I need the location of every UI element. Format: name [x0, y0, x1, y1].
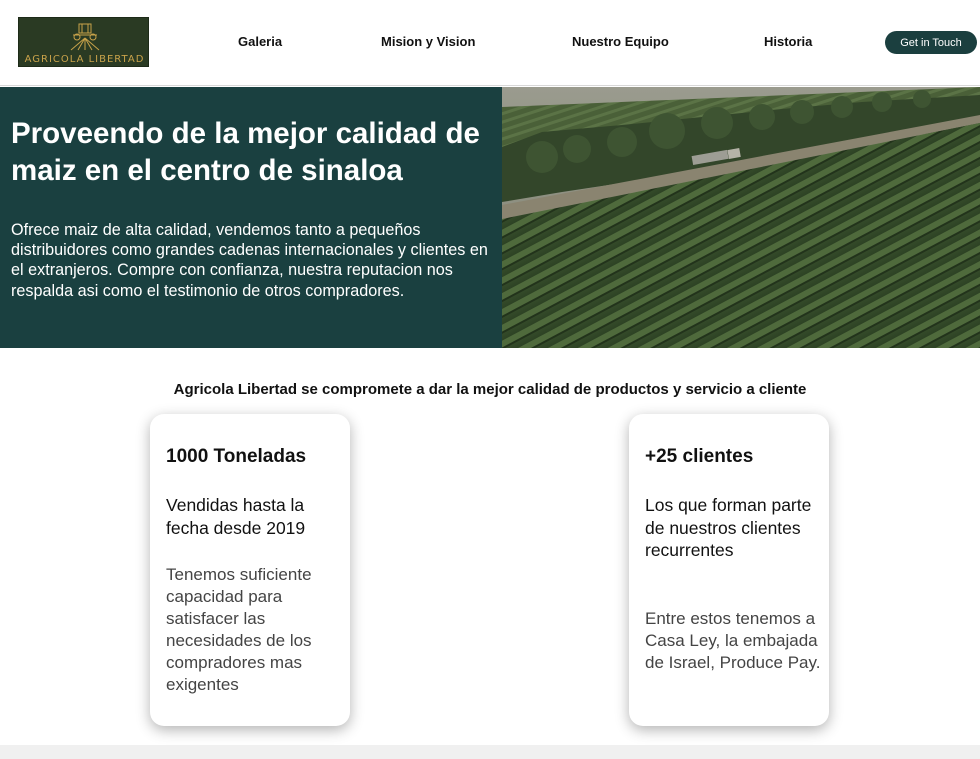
nav-historia[interactable]: Historia: [764, 34, 812, 49]
footer-strip: [0, 745, 980, 759]
nav-nuestro-equipo[interactable]: Nuestro Equipo: [572, 34, 669, 49]
card-subtitle: Los que forman parte de nuestros cliente…: [645, 495, 812, 560]
hero-description: Ofrece maiz de alta calidad, vendemos ta…: [11, 221, 488, 300]
card-description: Tenemos suficiente capacidad para satisf…: [166, 565, 312, 694]
logo-text: AGRICOLA LIBERTAD: [24, 54, 145, 65]
hero-title: Proveendo de la mejor calidad de maiz en…: [11, 117, 480, 187]
card-title: 1000 Toneladas: [166, 446, 307, 467]
get-in-touch-button[interactable]: Get in Touch: [885, 31, 977, 54]
aerial-field-illustration: [502, 87, 980, 348]
card-description: Entre estos tenemos a Casa Ley, la embaj…: [645, 609, 821, 672]
tractor-logo-icon: [70, 23, 100, 51]
hero-field-image: [502, 87, 980, 348]
nav-galeria[interactable]: Galeria: [238, 34, 282, 49]
stat-card-clients: +25 clientes Los que forman parte de nue…: [629, 414, 829, 726]
company-tagline: Agricola Libertad se compromete a dar la…: [173, 381, 807, 398]
site-header: AGRICOLA LIBERTAD Galeria Mision y Visio…: [0, 0, 980, 86]
card-title: +25 clientes: [645, 446, 754, 467]
stat-card-tonnage: 1000 Toneladas Vendidas hasta la fecha d…: [150, 414, 350, 726]
nav-mision-vision[interactable]: Mision y Vision: [381, 34, 475, 49]
brand-logo[interactable]: AGRICOLA LIBERTAD: [18, 17, 149, 67]
card-subtitle: Vendidas hasta la fecha desde 2019: [166, 495, 306, 538]
